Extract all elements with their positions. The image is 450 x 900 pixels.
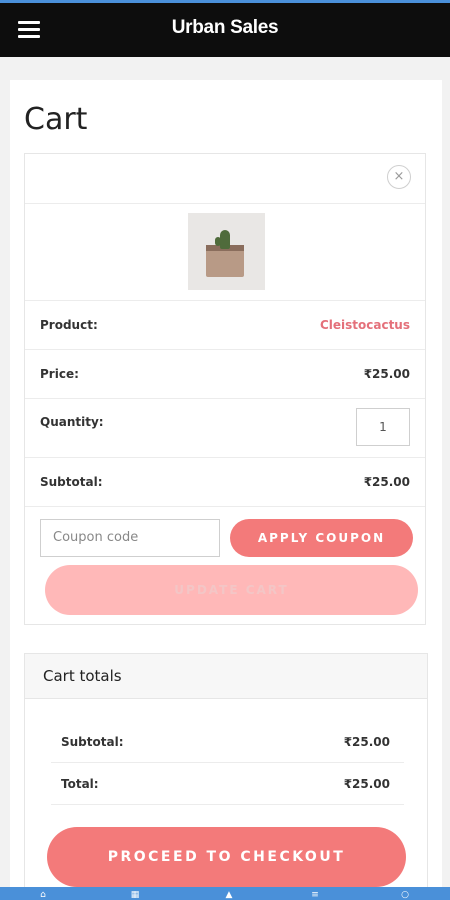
cactus-shape [220, 230, 230, 249]
price-label: Price: [40, 367, 79, 381]
bottom-nav-bar: ⌂ ▦ ▲ ≡ ○ [0, 887, 450, 900]
quantity-label: Quantity: [40, 415, 104, 429]
totals-subtotal-value: ₹25.00 [343, 735, 390, 749]
totals-total-label: Total: [61, 777, 99, 791]
cart-totals: Cart totals Subtotal: ₹25.00 Total: ₹25.… [24, 653, 428, 900]
cart-totals-title: Cart totals [43, 667, 122, 685]
quantity-input[interactable]: 1 [356, 408, 410, 446]
subtotal-row: Subtotal: ₹25.00 [25, 458, 425, 507]
subtotal-value: ₹25.00 [363, 475, 410, 489]
product-thumbnail[interactable] [188, 213, 265, 290]
app-bar: Urban Sales [0, 3, 450, 57]
list-icon[interactable]: ≡ [310, 890, 320, 900]
thumbnail-row [25, 204, 425, 301]
product-row: Product: Cleistocactus [25, 301, 425, 350]
quantity-row: Quantity: 1 [25, 399, 425, 458]
app-title: Urban Sales [171, 17, 279, 38]
update-cart-button[interactable]: UPDATE CART [45, 565, 418, 615]
totals-subtotal-label: Subtotal: [61, 735, 124, 749]
calendar-icon[interactable]: ▦ [130, 890, 140, 900]
subtotal-label: Subtotal: [40, 475, 103, 489]
cart-totals-header: Cart totals [25, 654, 427, 699]
totals-subtotal-row: Subtotal: ₹25.00 [51, 721, 404, 763]
cactus-arm-shape [215, 237, 221, 246]
remove-row: × [25, 154, 425, 204]
actions-row: Coupon code APPLY COUPON UPDATE CART [25, 507, 425, 624]
apply-coupon-button[interactable]: APPLY COUPON [230, 519, 413, 557]
page-title: Cart [24, 102, 88, 137]
search-icon[interactable]: ○ [400, 890, 410, 900]
cart-table: × Product: Cleistocactus Price: ₹25.00 Q… [24, 153, 426, 625]
pot-shape [206, 247, 244, 277]
home-icon[interactable]: ⌂ [38, 890, 48, 900]
price-row: Price: ₹25.00 [25, 350, 425, 399]
product-label: Product: [40, 318, 98, 332]
totals-total-value: ₹25.00 [343, 777, 390, 791]
coupon-code-input[interactable]: Coupon code [40, 519, 220, 557]
totals-total-row: Total: ₹25.00 [51, 763, 404, 805]
proceed-to-checkout-button[interactable]: PROCEED TO CHECKOUT [47, 827, 406, 887]
product-name-link[interactable]: Cleistocactus [320, 318, 410, 332]
price-value: ₹25.00 [363, 367, 410, 381]
share-icon[interactable]: ▲ [224, 890, 234, 900]
page-content: Cart × Product: Cleistocactus Price: ₹25… [10, 80, 442, 900]
close-icon[interactable]: × [387, 165, 411, 189]
